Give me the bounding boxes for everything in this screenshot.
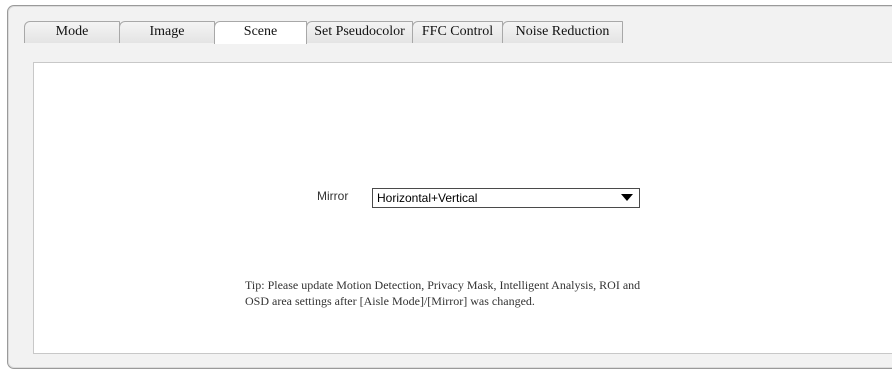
mirror-label: Mirror (317, 189, 349, 203)
tip-text: Tip: Please update Motion Detection, Pri… (245, 278, 641, 308)
scene-panel (33, 62, 892, 354)
dropdown-arrow-icon (621, 194, 633, 201)
tab-image[interactable]: Image (119, 21, 215, 43)
tab-mode[interactable]: Mode (24, 21, 120, 43)
tab-noise-reduction[interactable]: Noise Reduction (502, 21, 623, 43)
mirror-select[interactable]: Horizontal+Vertical (372, 188, 640, 208)
tab-scene[interactable]: Scene (214, 21, 307, 44)
tab-ffc-control[interactable]: FFC Control (412, 21, 503, 43)
mirror-selected-value: Horizontal+Vertical (377, 191, 478, 205)
tab-set-pseudocolor[interactable]: Set Pseudocolor (306, 21, 413, 43)
tab-bar: Mode Image Scene Set Pseudocolor FFC Con… (24, 21, 623, 44)
